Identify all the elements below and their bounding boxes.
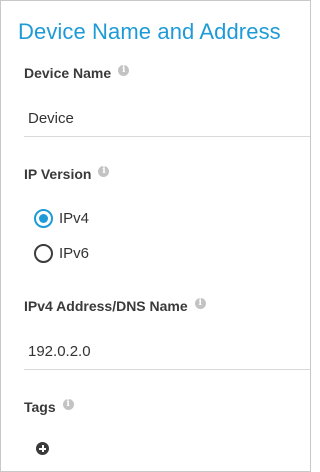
ipv4-radio-option[interactable]: IPv4 [34,209,89,228]
tags-label-row: Tags i [24,398,74,415]
address-label-row: IPv4 Address/DNS Name i [24,297,206,314]
add-tag-button[interactable] [36,442,49,455]
info-icon[interactable]: i [194,297,206,309]
info-icon[interactable]: i [62,398,74,410]
tags-label: Tags [24,399,56,415]
address-field-container [24,334,310,370]
address-input[interactable] [24,334,298,368]
panel-title: Device Name and Address [18,19,281,44]
device-name-field-container [24,101,310,137]
ipv6-radio-option[interactable]: IPv6 [34,244,89,263]
ipv4-radio-button[interactable] [34,209,53,228]
device-name-label: Device Name [24,65,112,81]
info-icon[interactable]: i [118,64,130,76]
info-icon[interactable]: i [98,165,110,177]
device-name-label-row: Device Name i [24,64,130,81]
ipv4-radio-label[interactable]: IPv4 [59,210,89,227]
address-label: IPv4 Address/DNS Name [24,298,188,314]
ip-version-label: IP Version [24,166,92,182]
ip-version-label-row: IP Version i [24,165,110,182]
ipv6-radio-label[interactable]: IPv6 [59,245,89,262]
device-name-address-panel: Device Name and Address Device Name i IP… [0,0,311,472]
device-name-input[interactable] [24,101,298,135]
ipv6-radio-button[interactable] [34,244,53,263]
